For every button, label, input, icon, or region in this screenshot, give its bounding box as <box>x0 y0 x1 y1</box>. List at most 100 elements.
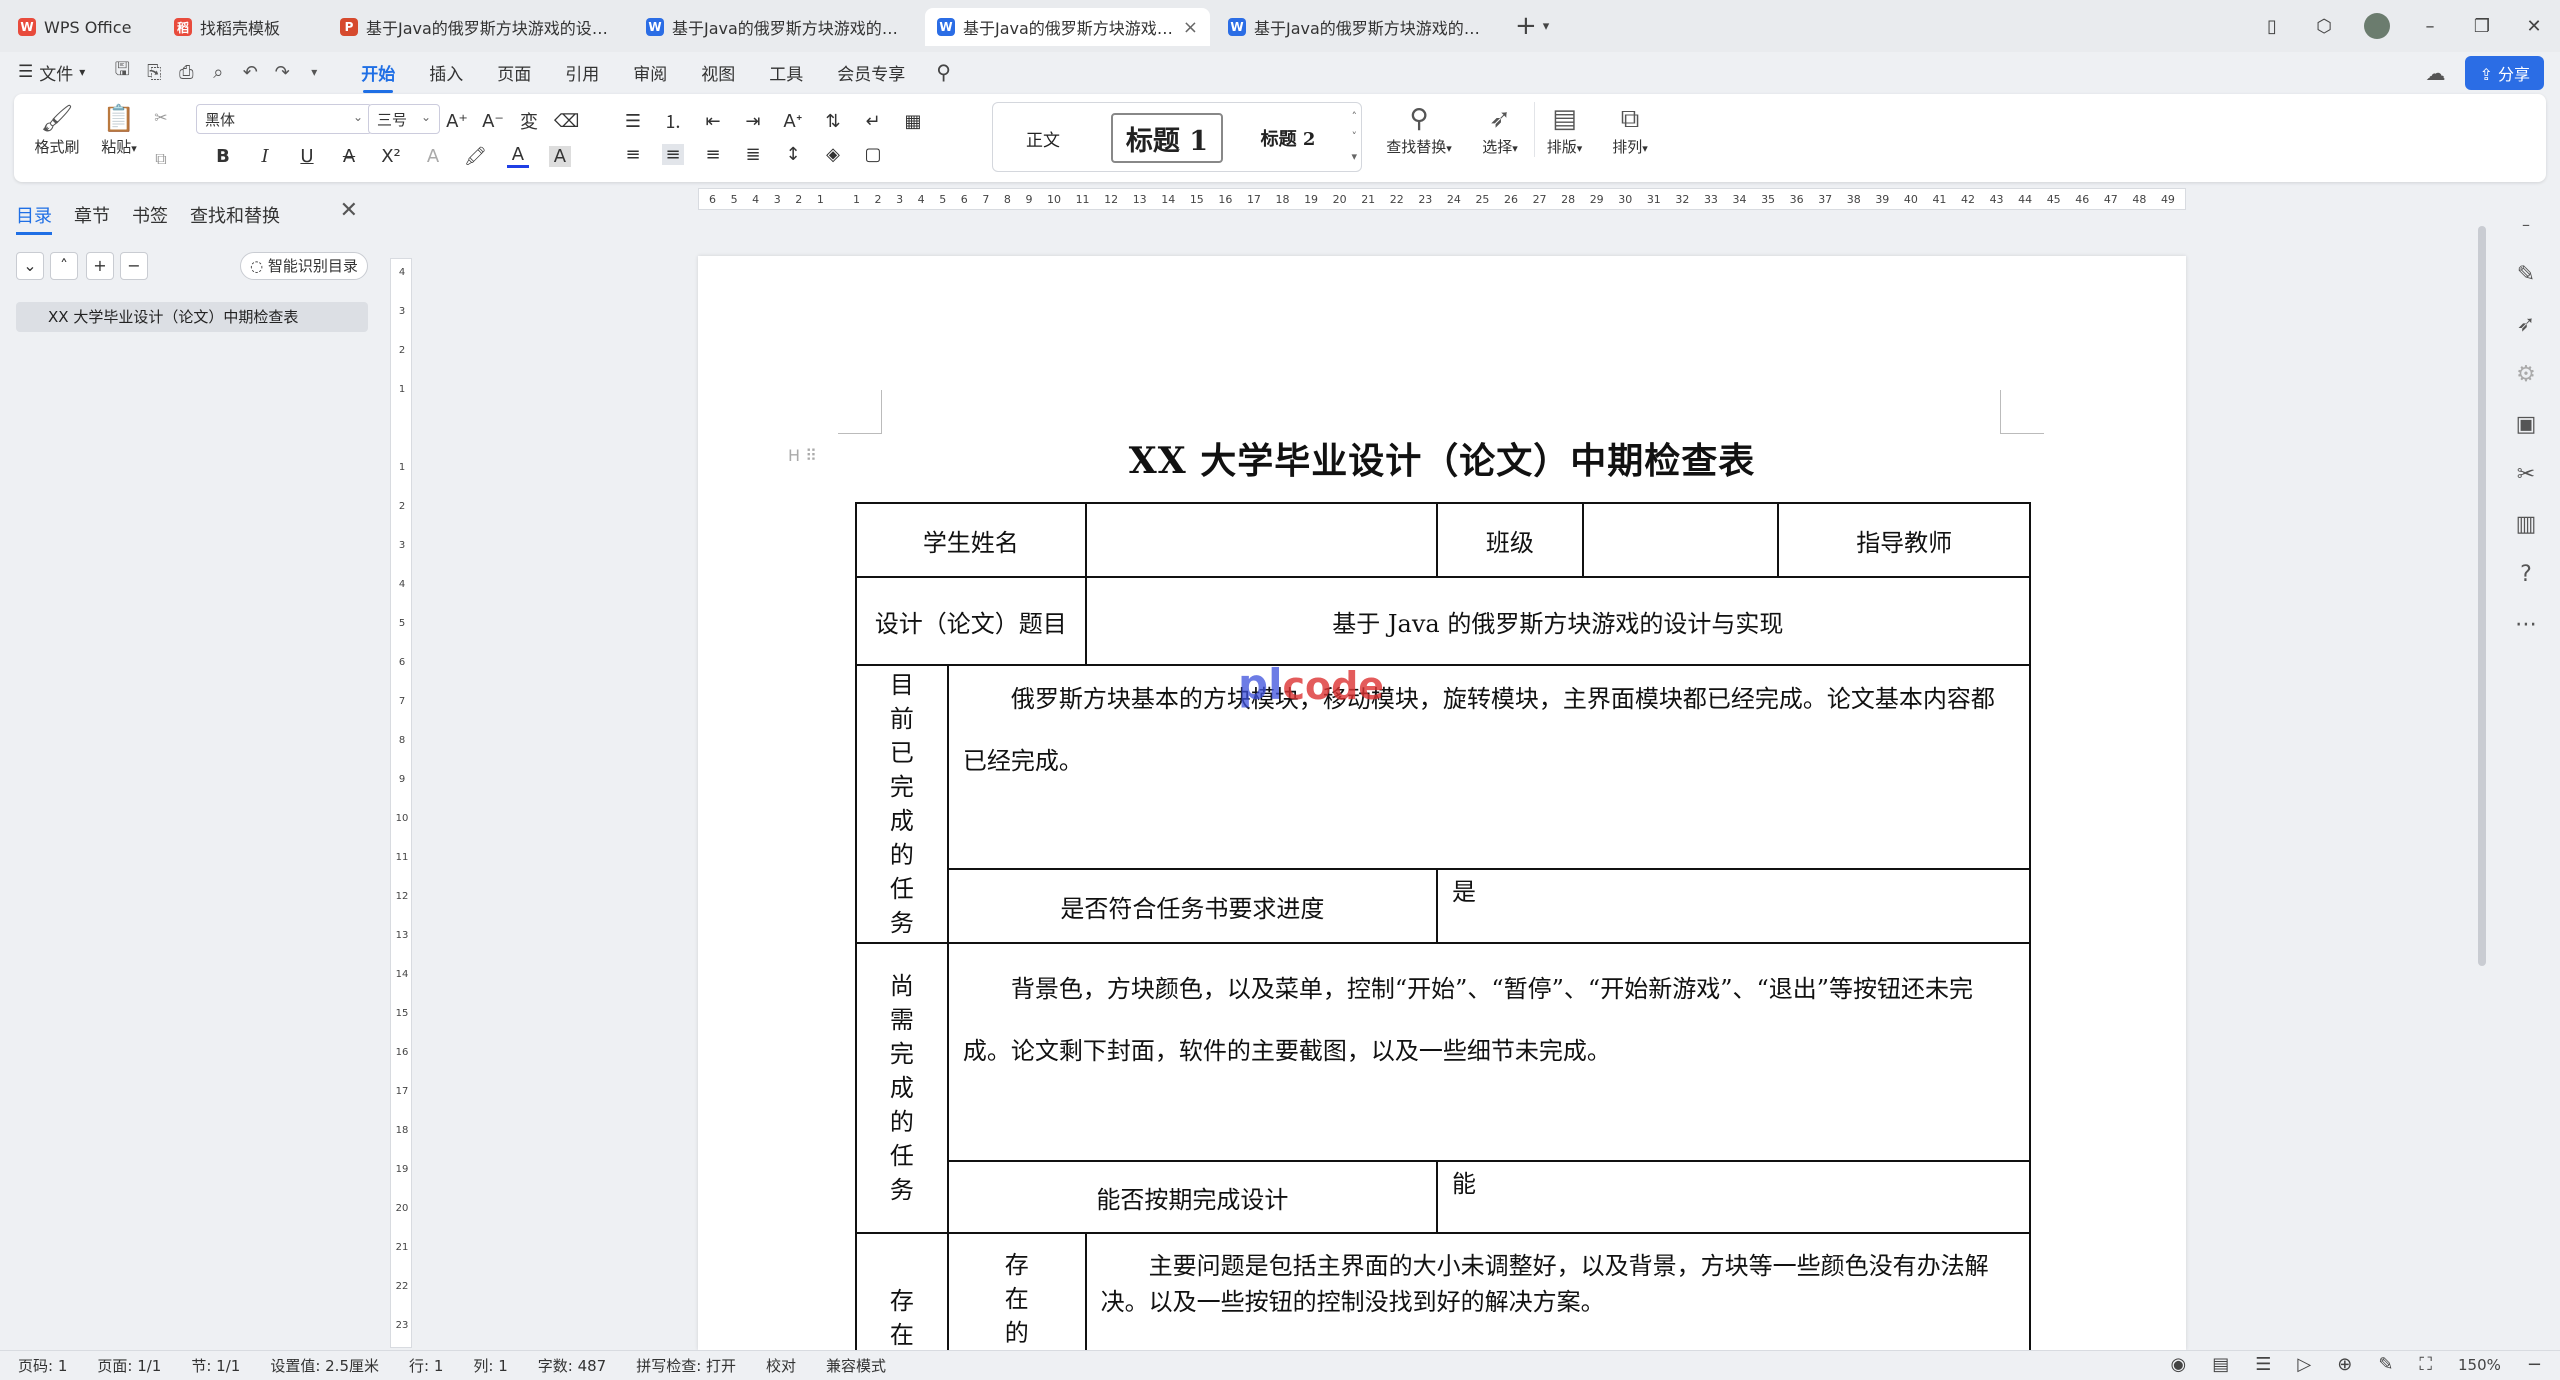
student-name-cell[interactable] <box>1084 502 1438 578</box>
file-menu[interactable]: ☰ 文件 ▾ <box>18 60 85 85</box>
page-view-icon[interactable]: ▤ <box>2212 1354 2229 1375</box>
issues-text[interactable]: 主要问题是包括主界面的大小未调整好，以及背景，方块等一些颜色没有办法解决。以及一… <box>1084 1232 2032 1350</box>
close-icon[interactable]: × <box>1175 17 1198 38</box>
image-edit-icon[interactable]: ▣ <box>2496 400 2556 450</box>
pen-icon[interactable]: ✎ <box>2496 250 2556 300</box>
scrollbar-thumb[interactable] <box>2478 226 2486 966</box>
remove-level-minus-icon[interactable]: − <box>120 252 148 280</box>
eye-protection-icon[interactable]: ◉ <box>2171 1354 2187 1375</box>
redo-icon[interactable]: ↷ <box>269 62 295 83</box>
decrease-font-icon[interactable]: A⁻ <box>482 111 504 132</box>
cloud-sync-icon[interactable]: ☁ <box>2425 61 2445 85</box>
tab-insert[interactable]: 插入 <box>429 54 463 91</box>
expand-chevron-up-icon[interactable]: ˄ <box>50 252 78 280</box>
print-icon[interactable]: ⎙ <box>173 62 199 83</box>
tab-wps-office[interactable]: W WPS Office <box>6 8 156 46</box>
avatar[interactable] <box>2364 13 2390 39</box>
clear-format-icon[interactable]: ⌫ <box>554 111 579 132</box>
remaining-tasks-text[interactable]: 背景色，方块颜色，以及菜单，控制“开始”、“暂停”、“开始新游戏”、“退出”等按… <box>946 942 2032 1162</box>
nav-tab-find-replace[interactable]: 查找和替换 <box>190 202 280 235</box>
tab-ppt-doc[interactable]: P 基于Java的俄罗斯方块游戏的设计与实现 <box>328 8 628 46</box>
border-icon[interactable]: ▢ <box>862 144 884 165</box>
search-icon[interactable]: ⚲ <box>936 60 951 84</box>
class-cell[interactable] <box>1581 502 1780 578</box>
chevron-down-icon[interactable]: ▾ <box>1543 19 1550 34</box>
chevron-down-icon[interactable]: ▾ <box>301 65 327 79</box>
save-icon[interactable]: 🖫 <box>109 57 135 87</box>
increase-indent-icon[interactable]: ⇥ <box>742 111 764 132</box>
italic-icon[interactable]: I <box>254 146 276 167</box>
nav-tab-toc[interactable]: 目录 <box>16 202 52 235</box>
book-icon[interactable]: ▥ <box>2496 500 2556 550</box>
export-icon[interactable]: ⎘ <box>141 62 167 83</box>
minimize-icon[interactable]: – <box>2404 16 2456 37</box>
format-painter-button[interactable]: 🖌 格式刷 <box>32 102 82 157</box>
cut-icon[interactable]: ✂ <box>150 108 172 127</box>
horizontal-ruler[interactable]: 6 5 4 3 2 1 1 2 3 4 5 6 7 8 9 10 11 12 13 14 15 16 17 18 19 20 21 2… <box>698 188 2186 210</box>
zoom-level[interactable]: 150% <box>2458 1356 2501 1374</box>
toc-item[interactable]: XX 大学毕业设计（论文）中期检查表 <box>16 302 368 332</box>
text-direction-icon[interactable]: Aᐩ <box>782 111 804 132</box>
close-icon[interactable]: ✕ <box>340 198 358 223</box>
bullet-list-icon[interactable]: ☰ <box>622 111 644 132</box>
status-proof[interactable]: 校对 <box>766 1355 796 1376</box>
nav-tab-bookmarks[interactable]: 书签 <box>132 202 168 235</box>
underline-icon[interactable]: U <box>296 146 318 167</box>
tools-icon[interactable]: ✂ <box>2496 450 2556 500</box>
tab-page[interactable]: 页面 <box>497 54 531 91</box>
arrange-button[interactable]: ⧉ 排列▾ <box>1600 102 1660 157</box>
superscript-icon[interactable]: X² <box>380 146 402 167</box>
tab-word-doc-1[interactable]: W 基于Java的俄罗斯方块游戏的设计与实现 <box>634 8 919 46</box>
tab-references[interactable]: 引用 <box>565 54 599 91</box>
copy-icon[interactable]: ⧉ <box>150 149 172 169</box>
strikethrough-icon[interactable]: A <box>338 146 360 167</box>
web-view-icon[interactable]: ⊕ <box>2337 1354 2352 1375</box>
add-level-plus-icon[interactable]: + <box>86 252 114 280</box>
topic-value[interactable]: 基于 Java 的俄罗斯方块游戏的设计与实现 <box>1084 576 2032 666</box>
decrease-indent-icon[interactable]: ⇤ <box>702 111 724 132</box>
tab-tools[interactable]: 工具 <box>769 54 803 91</box>
restore-icon[interactable]: ❐ <box>2456 16 2508 37</box>
line-break-icon[interactable]: ↵ <box>862 111 884 132</box>
align-right-icon[interactable]: ≡ <box>702 144 724 165</box>
progress-value[interactable]: 是 <box>1435 868 2032 944</box>
tab-docer-templates[interactable]: 稻 找稻壳模板 <box>162 8 322 46</box>
table-grid-icon[interactable]: ▦ <box>902 111 924 132</box>
align-left-icon[interactable]: ≡ <box>622 144 644 165</box>
paste-button[interactable]: 📋 粘贴▾ <box>94 102 144 157</box>
status-spell-check[interactable]: 拼写检查: 打开 <box>636 1355 736 1376</box>
style-heading-1[interactable]: 标题 1 <box>1111 113 1223 163</box>
tab-word-doc-3[interactable]: W 基于Java的俄罗斯方块游戏的设计与实现 <box>1216 8 1501 46</box>
more-icon[interactable]: ⋯ <box>2496 600 2556 650</box>
line-spacing-icon[interactable]: ↕ <box>782 144 804 165</box>
font-size-select[interactable]: 三号 ⌄ <box>368 104 440 134</box>
text-effect-icon[interactable]: A <box>422 146 444 167</box>
tab-member[interactable]: 会员专享 <box>837 54 905 91</box>
align-center-icon[interactable]: ≡ <box>662 144 684 165</box>
collapse-icon[interactable]: – <box>2496 200 2556 250</box>
help-icon[interactable]: ? <box>2496 550 2556 600</box>
ontime-value[interactable]: 能 <box>1435 1160 2032 1234</box>
smart-toc-button[interactable]: ◌ 智能识别目录 <box>240 252 368 280</box>
outline-view-icon[interactable]: ☰ <box>2255 1354 2271 1375</box>
window-close-icon[interactable]: ✕ <box>2508 16 2560 37</box>
tab-review[interactable]: 审阅 <box>633 54 667 91</box>
cursor-icon[interactable]: ➶ <box>2496 300 2556 350</box>
highlight-icon[interactable]: 🖍 <box>464 146 487 167</box>
zoom-out-icon[interactable]: − <box>2527 1354 2542 1375</box>
collapse-chevron-down-icon[interactable]: ⌄ <box>16 252 44 280</box>
nav-tab-chapters[interactable]: 章节 <box>74 202 110 235</box>
document-page[interactable]: H ⠿ XX 大学毕业设计（论文）中期检查表 学生姓名 班级 指导教师 设计（论… <box>698 256 2186 1350</box>
font-color-icon[interactable]: A <box>506 144 529 168</box>
adjust-icon[interactable]: ⚙ <box>2496 350 2556 400</box>
play-icon[interactable]: ▷ <box>2297 1354 2311 1375</box>
style-gallery-scroll[interactable]: ˄ ˅ ▾ <box>1351 107 1357 167</box>
undo-icon[interactable]: ↶ <box>237 62 263 83</box>
tab-home[interactable]: 开始 <box>361 54 395 93</box>
numbered-list-icon[interactable]: ⒈ <box>662 108 684 134</box>
justify-icon[interactable]: ≣ <box>742 144 764 165</box>
print-preview-icon[interactable]: ⌕ <box>205 62 231 83</box>
fit-icon[interactable]: ⛶ <box>2419 1354 2432 1375</box>
tab-view[interactable]: 视图 <box>701 54 735 91</box>
tab-word-doc-active[interactable]: W 基于Java的俄罗斯方块游戏的设计与实现 × <box>925 8 1210 46</box>
